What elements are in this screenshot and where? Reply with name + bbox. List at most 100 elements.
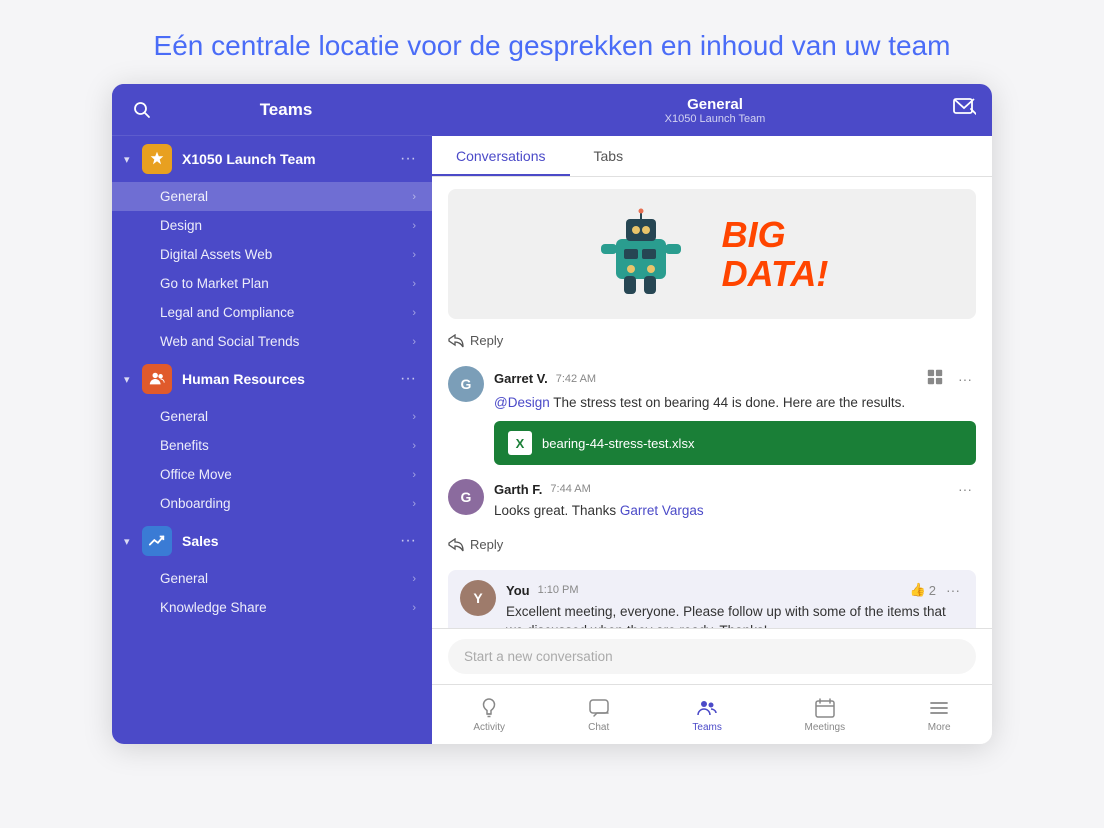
compose-icon[interactable] (952, 95, 976, 125)
reply-row-1[interactable]: Reply (448, 331, 976, 350)
message-text: @Design The stress test on bearing 44 is… (494, 394, 976, 413)
message-meta: You 1:10 PM 👍 2 ··· (506, 580, 964, 600)
team-more-sales[interactable]: ··· (396, 528, 420, 554)
excel-icon: X (508, 431, 532, 455)
team-icon-sales (142, 526, 172, 556)
channel-legal[interactable]: Legal and Compliance › (112, 298, 432, 327)
channel-name: Design (160, 218, 412, 233)
reply-icon (448, 334, 464, 348)
bottom-nav: Activity Chat Teams (432, 684, 992, 744)
main-header: General X1050 Launch Team (432, 84, 992, 136)
channel-design[interactable]: Design › (112, 211, 432, 240)
message-body: Garth F. 7:44 AM ··· Looks great. Thanks… (494, 479, 976, 521)
channel-name: General (160, 189, 412, 204)
sidebar-header: Teams (112, 84, 432, 136)
team-more-x1050[interactable]: ··· (396, 146, 420, 172)
chevron-right-icon: › (412, 220, 416, 232)
reply-icon (448, 538, 464, 552)
team-name-x1050: X1050 Launch Team (182, 151, 396, 167)
message-meta: Garth F. 7:44 AM ··· (494, 479, 976, 499)
file-attachment[interactable]: X bearing-44-stress-test.xlsx (494, 421, 976, 465)
channel-subtitle: X1050 Launch Team (478, 113, 952, 125)
team-header-hr[interactable]: ▾ Human Resources ··· (112, 356, 432, 402)
more-options-icon[interactable]: ··· (954, 479, 976, 499)
content-tabs: Conversations Tabs (432, 136, 992, 177)
channel-name: Legal and Compliance (160, 305, 412, 320)
tab-conversations[interactable]: Conversations (432, 136, 570, 176)
message-body: You 1:10 PM 👍 2 ··· Excellent meeting, e… (506, 580, 964, 628)
chevron-down-icon: ▾ (124, 535, 136, 548)
chevron-right-icon: › (412, 573, 416, 585)
nav-chat[interactable]: Chat (576, 693, 622, 737)
chevron-right-icon: › (412, 469, 416, 481)
main-content: General X1050 Launch Team Conversations … (432, 84, 992, 744)
team-more-hr[interactable]: ··· (396, 366, 420, 392)
main-header-center: General X1050 Launch Team (478, 96, 952, 125)
message-body: Garret V. 7:42 AM (494, 366, 976, 465)
message-time: 7:44 AM (550, 483, 590, 495)
nav-meetings[interactable]: Meetings (793, 693, 858, 737)
channel-title: General (478, 96, 952, 113)
message-time: 7:42 AM (556, 373, 596, 385)
channel-name: Knowledge Share (160, 600, 412, 615)
reply-label: Reply (470, 537, 503, 552)
page-header: Eén centrale locatie voor de gesprekken … (94, 0, 1011, 84)
message-actions: 👍 2 ··· (910, 580, 964, 600)
channel-web-social[interactable]: Web and Social Trends › (112, 327, 432, 356)
message-text: Looks great. Thanks Garret Vargas (494, 502, 976, 521)
reaction-icon[interactable] (922, 366, 948, 391)
reply-row-2[interactable]: Reply (448, 535, 976, 554)
message-meta: Garret V. 7:42 AM (494, 366, 976, 391)
nav-label: More (928, 722, 951, 733)
chevron-right-icon: › (412, 498, 416, 510)
channel-general-sales[interactable]: General › (112, 564, 432, 593)
channel-general-x1050[interactable]: General › (112, 182, 432, 211)
chevron-right-icon: › (412, 278, 416, 290)
channel-name: General (160, 571, 412, 586)
more-icon (928, 697, 950, 719)
chevron-right-icon: › (412, 602, 416, 614)
more-options-icon[interactable]: ··· (954, 369, 976, 389)
chat-icon (588, 697, 610, 719)
big-data-card: BIGDATA! (448, 189, 976, 319)
nav-more[interactable]: More (916, 693, 963, 737)
channel-digital-assets[interactable]: Digital Assets Web › (112, 240, 432, 269)
chevron-right-icon: › (412, 336, 416, 348)
message-garret-1: G Garret V. 7:42 AM (448, 366, 976, 465)
messages-area: BIGDATA! Reply G Garret V. (432, 177, 992, 628)
channel-benefits[interactable]: Benefits › (112, 431, 432, 460)
chevron-right-icon: › (412, 249, 416, 261)
avatar-garth: G (448, 479, 484, 515)
message-content: Looks great. Thanks (494, 503, 620, 518)
app-body: Teams ▾ X1050 Launch Team ··· (112, 84, 992, 744)
chevron-down-icon: ▾ (124, 373, 136, 386)
channel-name: Digital Assets Web (160, 247, 412, 262)
channel-knowledge-share[interactable]: Knowledge Share › (112, 593, 432, 622)
team-header-sales[interactable]: ▾ Sales ··· (112, 518, 432, 564)
team-group-hr: ▾ Human Resources ··· (112, 356, 432, 518)
channel-name: Benefits (160, 438, 412, 453)
channel-office-move[interactable]: Office Move › (112, 460, 432, 489)
team-header-x1050[interactable]: ▾ X1050 Launch Team ··· (112, 136, 432, 182)
team-icon-hr (142, 364, 172, 394)
new-conversation-input[interactable]: Start a new conversation (448, 639, 976, 674)
nav-activity[interactable]: Activity (461, 693, 517, 737)
chevron-right-icon: › (412, 191, 416, 203)
channel-general-hr[interactable]: General › (112, 402, 432, 431)
search-icon[interactable] (128, 96, 156, 124)
message-actions: ··· (922, 366, 976, 391)
big-data-illustration: BIGDATA! (596, 204, 829, 304)
message-text: Excellent meeting, everyone. Please foll… (506, 603, 964, 628)
more-options-icon[interactable]: ··· (942, 580, 964, 600)
nav-teams[interactable]: Teams (680, 693, 733, 737)
mention-link[interactable]: Garret Vargas (620, 503, 704, 518)
channel-onboarding[interactable]: Onboarding › (112, 489, 432, 518)
channel-name: Onboarding (160, 496, 412, 511)
file-name: bearing-44-stress-test.xlsx (542, 436, 694, 451)
big-data-text: BIGDATA! (722, 215, 829, 294)
message-you: Y You 1:10 PM 👍 2 ··· Ex (448, 570, 976, 628)
channel-go-to-market[interactable]: Go to Market Plan › (112, 269, 432, 298)
channel-name: General (160, 409, 412, 424)
robot-illustration (596, 204, 706, 304)
tab-tabs[interactable]: Tabs (570, 136, 648, 176)
